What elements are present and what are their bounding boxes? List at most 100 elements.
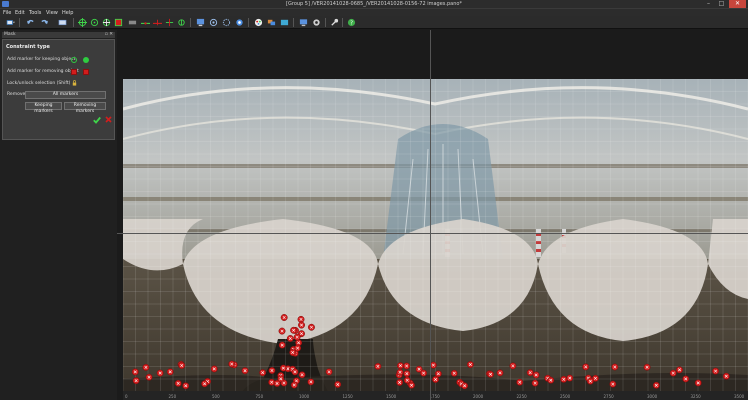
removing-marker[interactable] [241, 367, 249, 375]
removing-marker[interactable] [132, 377, 140, 385]
removing-marker[interactable] [609, 380, 617, 388]
removing-marker[interactable] [531, 379, 539, 387]
removing-marker[interactable] [496, 369, 504, 377]
removing-marker[interactable] [182, 382, 190, 390]
removing-marker[interactable] [560, 375, 568, 383]
menu-help[interactable]: Help [62, 10, 73, 16]
removing-marker[interactable] [547, 376, 555, 384]
removing-marker[interactable] [294, 344, 302, 352]
removing-marker[interactable] [586, 377, 594, 385]
cancel-x-icon[interactable] [105, 116, 112, 123]
removing-marker[interactable] [278, 341, 286, 349]
removing-marker[interactable] [396, 378, 404, 386]
menu-tools[interactable]: Tools [29, 10, 41, 16]
removing-marker[interactable] [174, 379, 182, 387]
settings-icon[interactable] [311, 18, 321, 27]
color-icon[interactable] [234, 18, 244, 27]
removing-marker[interactable] [611, 363, 619, 371]
removing-marker[interactable] [408, 381, 416, 389]
undo-icon[interactable] [25, 18, 35, 27]
image-list-icon[interactable] [55, 18, 69, 27]
close-button[interactable]: ✕ [729, 0, 746, 8]
removing-marker[interactable] [279, 364, 287, 372]
removing-marker[interactable] [131, 368, 139, 376]
removing-marker[interactable] [307, 323, 315, 331]
keep-marker-outline-icon[interactable] [71, 57, 77, 63]
removing-marker[interactable] [293, 333, 301, 341]
removing-marker[interactable] [652, 381, 660, 389]
removing-marker[interactable] [526, 369, 534, 377]
removing-markers-button[interactable]: Removing markers [64, 102, 106, 114]
removing-marker[interactable] [643, 363, 651, 371]
removing-marker[interactable] [156, 369, 164, 377]
removing-marker[interactable] [420, 369, 428, 377]
wrench-icon[interactable] [329, 18, 339, 27]
removing-marker[interactable] [145, 373, 153, 381]
remove-marker-outline-icon[interactable] [71, 69, 77, 75]
tools-icon[interactable] [279, 18, 289, 27]
ok-check-icon[interactable] [93, 116, 101, 124]
fit-icon[interactable] [208, 18, 218, 27]
all-markers-button[interactable]: All markers [25, 91, 106, 99]
removing-marker[interactable] [450, 369, 458, 377]
removing-marker[interactable] [532, 371, 540, 379]
removing-marker[interactable] [403, 370, 411, 378]
circle-icon[interactable] [176, 18, 186, 27]
removing-marker[interactable] [694, 379, 702, 387]
help-icon[interactable]: ? [346, 18, 356, 27]
removing-marker[interactable] [403, 362, 411, 370]
line-icon[interactable] [140, 18, 150, 27]
crosshair-icon[interactable] [77, 18, 87, 27]
move-icon[interactable] [89, 18, 99, 27]
screens-icon[interactable] [266, 18, 276, 27]
removing-marker[interactable] [682, 375, 690, 383]
removing-marker[interactable] [396, 368, 404, 376]
removing-marker[interactable] [582, 363, 590, 371]
monitor-icon[interactable] [298, 18, 308, 27]
removing-marker[interactable] [307, 378, 315, 386]
removing-marker[interactable] [259, 369, 267, 377]
removing-marker[interactable] [210, 365, 218, 373]
menu-view[interactable]: View [46, 10, 58, 16]
panorama-canvas[interactable]: 0 250 500 750 1000 1250 1500 1750 2000 2250 2500 27… [117, 30, 748, 400]
removing-marker[interactable] [403, 376, 411, 384]
removing-marker[interactable] [429, 361, 437, 369]
palette-icon[interactable] [253, 18, 263, 27]
removing-marker[interactable] [516, 378, 524, 386]
removing-marker[interactable] [290, 326, 298, 334]
points-icon[interactable] [221, 18, 231, 27]
lock-icon[interactable] [72, 80, 77, 86]
removing-marker[interactable] [166, 368, 174, 376]
removing-marker[interactable] [278, 327, 286, 335]
maximize-button[interactable]: □ [715, 0, 728, 8]
panel-header-buttons[interactable]: ▫ ✕ [105, 32, 113, 37]
remove-marker-icon[interactable] [83, 69, 89, 75]
removing-marker[interactable] [290, 381, 298, 389]
removing-marker[interactable] [434, 370, 442, 378]
removing-marker[interactable] [334, 381, 342, 388]
open-project-icon[interactable] [3, 18, 17, 27]
menu-file[interactable]: File [3, 10, 11, 16]
level-icon[interactable] [127, 18, 137, 27]
removing-marker[interactable] [297, 315, 305, 323]
removing-marker[interactable] [396, 362, 404, 370]
removing-marker[interactable] [466, 361, 474, 368]
removing-marker[interactable] [374, 362, 382, 370]
removing-marker[interactable] [201, 380, 209, 388]
menu-edit[interactable]: Edit [15, 10, 25, 16]
removing-marker[interactable] [142, 363, 150, 371]
display-icon[interactable] [195, 18, 205, 27]
removing-marker[interactable] [268, 378, 276, 386]
removing-marker[interactable] [286, 335, 294, 342]
target-icon[interactable] [101, 18, 111, 27]
removing-marker[interactable] [461, 382, 469, 390]
removing-marker[interactable] [722, 372, 730, 380]
removing-marker[interactable] [298, 321, 305, 329]
removing-marker[interactable] [432, 376, 440, 383]
panorama-image[interactable]: 0 250 500 750 1000 1250 1500 1750 2000 2250 2500 27… [123, 79, 748, 400]
removing-marker[interactable] [325, 368, 333, 376]
keeping-markers-button[interactable]: Keeping markers [25, 102, 62, 114]
removing-marker[interactable] [712, 367, 720, 375]
removing-marker[interactable] [289, 349, 297, 356]
removing-marker[interactable] [487, 370, 494, 378]
